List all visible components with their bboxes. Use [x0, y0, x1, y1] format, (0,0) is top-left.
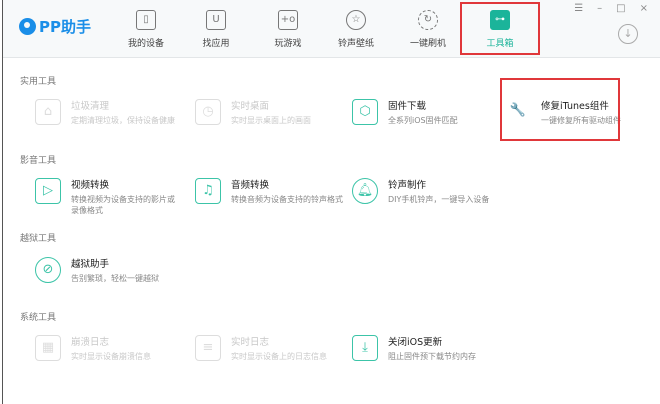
tool-crash-log[interactable]: ▦ 崩溃日志实时显示设备崩溃信息: [35, 334, 185, 362]
log-icon: ≡: [195, 335, 221, 361]
calendar-icon: ▦: [35, 335, 61, 361]
tool-jailbreak-assistant[interactable]: ⊘ 越狱助手告别繁琐，轻松一键越狱: [35, 256, 185, 284]
tool-ringtone-maker[interactable]: 🔔︎ 铃声制作 DIY手机铃声，一键导入设备: [352, 177, 502, 205]
nav-my-device[interactable]: ▯ 我的设备: [111, 6, 181, 49]
tool-audio-convert[interactable]: ♫ 音频转换转换音频为设备支持的铃声格式: [195, 177, 345, 205]
nav-label: 铃声壁纸: [337, 39, 374, 49]
video-file-icon: ▷: [35, 178, 61, 204]
gamepad-icon: +o: [278, 10, 298, 30]
star-icon: ☆: [346, 10, 366, 30]
minimize-button[interactable]: –: [597, 3, 602, 14]
broom-icon: ⌂: [35, 99, 61, 125]
section-media-tools: 影音工具: [20, 156, 57, 166]
tool-disable-ios-update[interactable]: ⤓ 关闭iOS更新阻止固件预下载节约内存: [352, 334, 502, 362]
tablet-clock-icon: ◷: [195, 99, 221, 125]
tool-desc: 实时显示桌面上的画面: [231, 116, 311, 125]
tool-live-log[interactable]: ≡ 实时日志实时显示设备上的日志信息: [195, 334, 345, 362]
maximize-button[interactable]: □: [616, 3, 625, 14]
download-button[interactable]: ↓: [618, 24, 638, 44]
tool-title: 铃声制作: [388, 180, 427, 191]
tool-title: 崩溃日志: [71, 337, 110, 348]
section-jailbreak-tools: 越狱工具: [20, 234, 57, 244]
pp-logo-icon: [19, 18, 36, 35]
app-bag-icon: U: [206, 10, 226, 30]
highlight-toolbox: [460, 2, 540, 55]
nav-label: 玩游戏: [274, 39, 302, 49]
tool-junk-clean[interactable]: ⌂ 垃圾清理定期清理垃圾，保持设备健康: [35, 98, 185, 126]
nav-label: 我的设备: [127, 39, 164, 49]
tool-desc: 全系列iOS固件匹配: [388, 116, 458, 125]
tool-desc: 实时显示设备上的日志信息: [231, 352, 327, 361]
nav-games[interactable]: +o 玩游戏: [253, 6, 323, 49]
bell-icon: 🔔︎: [352, 178, 378, 204]
menu-button[interactable]: ☰: [574, 3, 583, 14]
window-controls: ☰ – □ ×: [574, 3, 648, 14]
tool-title: 视频转换: [71, 180, 110, 191]
tool-desc: 转换视频为设备支持的影片或录像格式: [71, 195, 175, 215]
tool-title: 越狱助手: [71, 259, 110, 270]
app-name: PP助手: [39, 18, 91, 36]
tool-title: 关闭iOS更新: [388, 337, 443, 348]
app-logo: PP助手: [19, 16, 91, 37]
highlight-repair-itunes: [500, 78, 620, 141]
tool-live-desktop[interactable]: ◷ 实时桌面实时显示桌面上的画面: [195, 98, 345, 126]
tool-title: 音频转换: [231, 180, 270, 191]
nav-ringtones-wallpapers[interactable]: ☆ 铃声壁纸: [321, 6, 391, 49]
tool-title: 固件下载: [388, 101, 427, 112]
section-system-tools: 系统工具: [20, 313, 57, 323]
tool-title: 垃圾清理: [71, 101, 110, 112]
tool-desc: DIY手机铃声，一键导入设备: [388, 195, 490, 204]
refresh-icon: ↻: [418, 10, 438, 30]
tool-desc: 实时显示设备崩溃信息: [71, 352, 151, 361]
jailbreak-icon: ⊘: [35, 257, 61, 283]
cube-icon: ⬡: [352, 99, 378, 125]
tool-title: 实时日志: [231, 337, 270, 348]
phone-icon: ▯: [136, 10, 156, 30]
tool-title: 实时桌面: [231, 101, 270, 112]
tool-firmware-download[interactable]: ⬡ 固件下载全系列iOS固件匹配: [352, 98, 502, 126]
tool-video-convert[interactable]: ▷ 视频转换转换视频为设备支持的影片或录像格式: [35, 177, 185, 216]
nav-find-apps[interactable]: U 找应用: [181, 6, 251, 49]
close-button[interactable]: ×: [640, 3, 648, 14]
no-update-icon: ⤓: [352, 335, 378, 361]
nav-label: 一键刷机: [409, 39, 446, 49]
audio-file-icon: ♫: [195, 178, 221, 204]
tool-desc: 告别繁琐，轻松一键越狱: [71, 274, 159, 283]
tool-desc: 阻止固件预下载节约内存: [388, 352, 476, 361]
top-bar: PP助手 ▯ 我的设备 U 找应用 +o 玩游戏 ☆ 铃声壁纸 ↻ 一键刷机 ⊶ 工具箱 ☰…: [3, 0, 660, 58]
section-practical-tools: 实用工具: [20, 77, 57, 87]
tool-desc: 转换音频为设备支持的铃声格式: [231, 195, 343, 204]
nav-label: 找应用: [202, 39, 230, 49]
tool-desc: 定期清理垃圾，保持设备健康: [71, 116, 175, 125]
nav-flash[interactable]: ↻ 一键刷机: [393, 6, 463, 49]
